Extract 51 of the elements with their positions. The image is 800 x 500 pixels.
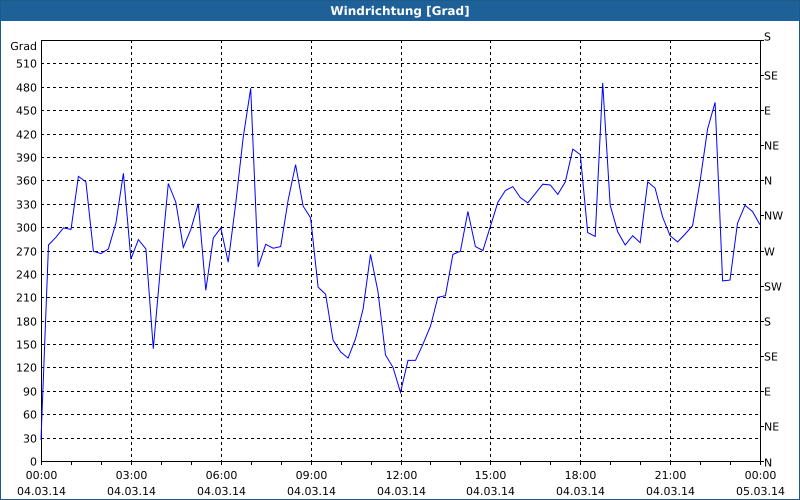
x-tick-date: 04.03.14 [556, 485, 605, 498]
y-tick-label: 420 [16, 128, 37, 142]
y-tick-label: 60 [23, 408, 37, 422]
y-tick-label: 300 [16, 222, 37, 234]
right-tick-label: E [764, 386, 771, 398]
y-axis-title: Grad [10, 40, 37, 53]
y-tick-label: 270 [16, 246, 37, 258]
right-tick-label: NE [764, 140, 780, 152]
right-tick-label: S [764, 30, 771, 44]
x-tick-time: 00:00 [26, 469, 58, 482]
x-tick-time: 21:00 [654, 469, 686, 482]
y-tick-label: 180 [16, 316, 37, 328]
y-tick-label: 360 [16, 174, 37, 188]
x-tick-date: 04.03.14 [17, 485, 66, 498]
y-tick-label: 120 [16, 362, 37, 374]
x-tick-time: 09:00 [296, 469, 328, 482]
x-tick-date: 04.03.14 [197, 485, 246, 498]
x-tick-time: 18:00 [564, 469, 596, 482]
right-tick-label: NW [764, 210, 784, 222]
y-tick-label: 150 [16, 338, 37, 352]
right-tick-label: N [764, 174, 772, 188]
right-tick-label: W [764, 246, 775, 258]
y-tick-label: 30 [23, 432, 37, 446]
y-tick-label: 480 [16, 82, 37, 94]
x-tick-time: 00:00 [744, 469, 776, 482]
y-tick-label: 390 [16, 152, 37, 164]
window-title: Windrichtung [Grad] [1, 1, 799, 21]
y-tick-label: 510 [16, 58, 37, 70]
x-tick-date: 04.03.14 [377, 485, 426, 498]
y-tick-label: 450 [16, 104, 37, 118]
right-tick-label: N [764, 456, 772, 470]
right-tick-label: NE [764, 420, 780, 434]
y-tick-label: 90 [23, 386, 37, 398]
right-tick-label: S [764, 316, 771, 328]
x-tick-time: 06:00 [206, 469, 238, 482]
right-tick-label: E [764, 104, 771, 118]
x-tick-time: 12:00 [386, 469, 418, 482]
y-tick-label: 240 [16, 268, 37, 282]
y-tick-label: 210 [16, 292, 37, 304]
x-tick-date: 04.03.14 [107, 485, 156, 498]
x-tick-date: 04.03.14 [287, 485, 336, 498]
y-tick-label: 330 [16, 198, 37, 212]
right-tick-label: SE [764, 350, 778, 364]
right-tick-label: SE [764, 70, 778, 82]
right-tick-label: SW [764, 280, 782, 294]
x-tick-date: 04.03.14 [466, 485, 515, 498]
x-tick-time: 03:00 [116, 469, 148, 482]
y-tick-label: 0 [30, 456, 37, 468]
x-tick-date: 04.03.14 [646, 485, 695, 498]
x-tick-time: 15:00 [474, 469, 506, 482]
x-tick-date: 05.03.14 [736, 485, 785, 498]
